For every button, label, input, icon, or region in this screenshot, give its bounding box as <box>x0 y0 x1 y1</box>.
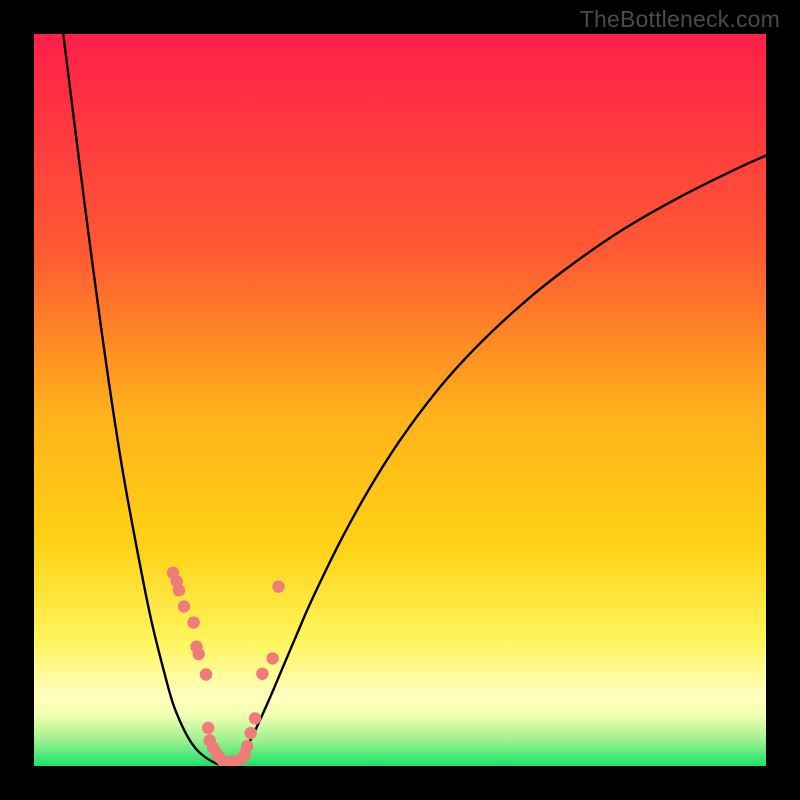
watermark-text: TheBottleneck.com <box>580 6 780 33</box>
chart-frame: TheBottleneck.com <box>0 0 800 800</box>
bottleneck-chart <box>34 34 766 766</box>
chart-svg <box>34 34 766 766</box>
